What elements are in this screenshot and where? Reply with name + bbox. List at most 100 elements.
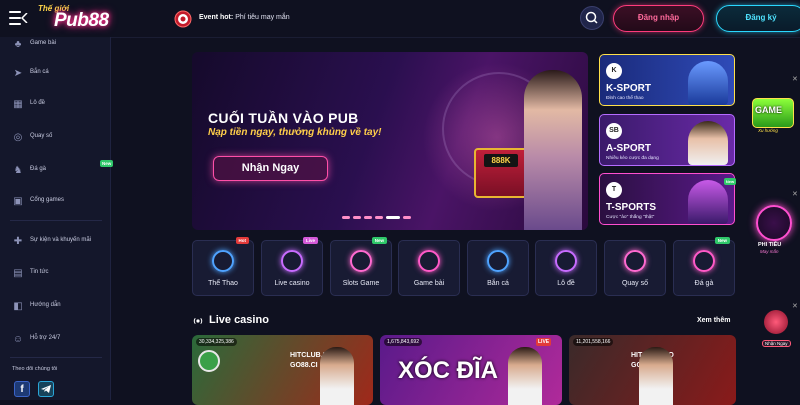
t-sports-logo-icon: T (606, 182, 622, 198)
sport-desc: Đỉnh cao thể thao (606, 96, 644, 101)
menu-line-icon (9, 17, 21, 19)
event-ticker[interactable]: Event hot: Phí tiêu may mắn (199, 14, 290, 21)
category-tile[interactable]: Live casino Live (261, 237, 323, 296)
reward-gift-image[interactable] (764, 310, 788, 334)
claim-now-button[interactable]: Nhận Ngay (213, 156, 328, 181)
sidebar-item-label: Sự kiện và khuyến mãi (30, 237, 92, 243)
sidebar-toggle-button[interactable] (9, 10, 28, 26)
wheel-icon: ◎ (13, 132, 23, 143)
sidebar-item-game-bai[interactable]: ♣ Game bài (12, 37, 108, 53)
sidebar-item-tin-tuc[interactable]: ▤ Tin tức (12, 266, 108, 282)
jackpot-amount: 30,334,325,386 (196, 338, 237, 346)
sidebar-item-label: Game bài (30, 40, 57, 46)
close-icon[interactable]: ✕ (792, 302, 798, 310)
lucky-dart-label: PHI TIÊU (758, 242, 782, 248)
live-game-card[interactable]: 30,334,325,386 HITCLUB.SO GO88.CI (192, 335, 373, 405)
sidebar-item-su-kien[interactable]: ✚ Sự kiện và khuyến mãi (12, 234, 108, 250)
carousel-dot[interactable] (342, 216, 350, 219)
carousel-dot[interactable] (403, 216, 411, 219)
jackpot-amount: 1,675,843,692 (384, 338, 422, 346)
support-icon: ☺ (12, 334, 24, 345)
close-icon[interactable]: ✕ (792, 75, 798, 83)
category-badge: Live (302, 237, 318, 244)
site-logo[interactable]: Thế giới Pub88 (38, 4, 120, 34)
category-label: Live casino (274, 280, 310, 287)
carousel-dot[interactable] (364, 216, 372, 219)
category-tile[interactable]: Đá gà New (673, 237, 735, 296)
category-badge: New (371, 237, 387, 244)
hero-title: CUỐI TUẦN VÀO PUB (208, 110, 359, 126)
search-icon (585, 11, 598, 24)
hero-banner[interactable]: CUỐI TUẦN VÀO PUB Nạp tiền ngay, thưởng … (192, 52, 588, 230)
reward-claim-button[interactable]: Nhận Ngay (762, 340, 791, 347)
carousel-dot-active[interactable] (386, 216, 400, 219)
follow-us-title: Theo dõi chúng tôi (12, 366, 58, 372)
sidebar-item-label: Tin tức (30, 269, 49, 275)
game-name: XÓC ĐĨA (398, 357, 499, 384)
cards-icon: ♣ (14, 39, 22, 50)
live-broadcast-icon (193, 317, 203, 325)
category-tile[interactable]: Quay số (604, 240, 666, 296)
telegram-link[interactable] (38, 381, 54, 397)
live-game-card[interactable]: 1,675,843,692 XÓC ĐĨA LIVE (380, 335, 562, 405)
category-label: Bắn cá (487, 280, 509, 287)
menu-line-icon (9, 23, 21, 25)
login-button[interactable]: Đăng nhập (613, 5, 704, 32)
rooster-icon: ♞ (13, 165, 23, 176)
category-tile[interactable]: Thể Thao Hot (192, 237, 254, 296)
lucky-dart-widget[interactable] (756, 205, 792, 241)
sidebar-item-label: Hỗ trợ 24/7 (30, 335, 61, 341)
cards-icon (418, 250, 440, 272)
model-image (524, 70, 582, 230)
category-label: Lô đề (557, 280, 575, 287)
sport-card-k-sport[interactable]: K K-SPORT Đỉnh cao thể thao (599, 54, 735, 106)
lucky-dart-sub: May mắn (760, 249, 779, 254)
new-badge: New (100, 160, 114, 167)
facebook-link[interactable]: f (14, 381, 30, 397)
category-tile[interactable]: Bắn cá (467, 240, 529, 296)
category-badge: Hot (235, 237, 249, 244)
category-label: Đá gà (694, 280, 714, 287)
slot-machine-icon (350, 250, 372, 272)
carousel-dot[interactable] (375, 216, 383, 219)
sidebar-item-ban-ca[interactable]: ➤ Bắn cá (12, 66, 108, 82)
sidebar-item-quay-so[interactable]: ◎ Quay số (12, 130, 108, 146)
dartboard-icon (174, 10, 192, 28)
dealer-image (320, 347, 354, 405)
broadcast-icon (281, 250, 303, 272)
shark-icon (487, 250, 509, 272)
register-button[interactable]: Đăng ký (716, 5, 800, 32)
live-casino-title: Live casino (209, 314, 269, 326)
sidebar-item-huong-dan[interactable]: ◧ Hướng dẫn (12, 299, 108, 315)
category-tile[interactable]: Lô đề (535, 240, 597, 296)
sidebar-item-lo-de[interactable]: ▦ Lô đề (12, 97, 108, 113)
sport-card-a-sport[interactable]: SB A-SPORT Nhiều kèo cược đa dạng (599, 114, 735, 166)
logo-text: Pub88 (54, 10, 109, 31)
category-label: Thể Thao (208, 280, 238, 287)
sidebar-item-label: Lô đề (30, 100, 46, 106)
category-tile[interactable]: Game bài (398, 240, 460, 296)
sidebar-item-cong-games[interactable]: ▣ Cổng games (12, 194, 108, 210)
dealer-table-image (198, 350, 220, 372)
telegram-icon (41, 385, 51, 393)
category-badge: New (714, 237, 730, 244)
new-badge: New (724, 178, 736, 185)
sidebar-item-da-ga[interactable]: ♞ Đá gà New (12, 160, 114, 179)
category-tile[interactable]: Slots Game New (330, 237, 392, 296)
gift-icon: ✚ (13, 236, 23, 247)
top-header: Thế giới Pub88 Event hot: Phí tiêu may m… (0, 0, 800, 38)
rooster-icon (693, 250, 715, 272)
sport-desc: Cược "ảo" thắng "thật" (606, 215, 655, 220)
sidebar-item-ho-tro[interactable]: ☺ Hỗ trợ 24/7 (12, 332, 108, 348)
wheel-icon (624, 250, 646, 272)
sport-card-t-sports[interactable]: T T-SPORTS Cược "ảo" thắng "thật" (599, 173, 735, 225)
see-more-link[interactable]: Xem thêm (697, 317, 730, 324)
live-game-card[interactable]: 11,201,558,166 HITCLUB.SO GO88.CI (569, 335, 736, 405)
sidebar-divider (10, 357, 102, 358)
collapse-arrow-icon (21, 13, 28, 23)
carousel-dot[interactable] (353, 216, 361, 219)
news-icon: ▤ (13, 268, 23, 279)
search-button[interactable] (580, 6, 604, 30)
close-icon[interactable]: ✕ (792, 190, 798, 198)
soccer-ball-icon (212, 250, 234, 272)
